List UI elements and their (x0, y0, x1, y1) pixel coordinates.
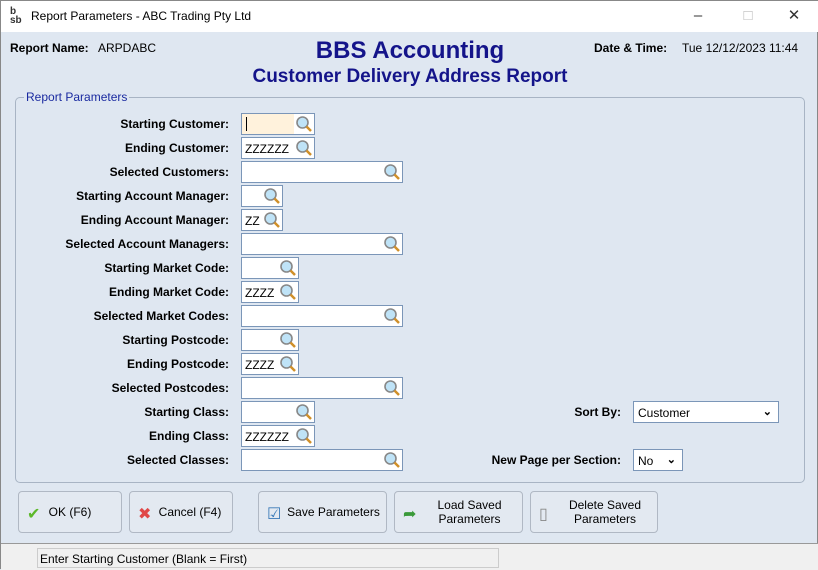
search-icon[interactable] (295, 115, 313, 133)
text-cursor (246, 117, 247, 131)
field-input[interactable]: ZZZZ (241, 281, 299, 303)
field-value: ZZZZ (245, 286, 275, 300)
field-input[interactable] (241, 185, 283, 207)
field-label: Starting Postcode: (122, 333, 229, 347)
field-input[interactable] (241, 257, 299, 279)
load-form-icon: ➦ (403, 506, 417, 523)
field-label: Selected Account Managers: (65, 237, 229, 251)
search-icon[interactable] (279, 355, 297, 373)
chevron-down-icon: ⌄ (666, 454, 676, 466)
field-label: Ending Account Manager: (80, 213, 229, 227)
field-input[interactable]: ZZZZZZ (241, 137, 315, 159)
field-value: ZZZZ (245, 358, 275, 372)
search-icon[interactable] (295, 427, 313, 445)
title-bar: b sb Report Parameters - ABC Trading Pty … (1, 1, 818, 32)
datetime-label: Date & Time: (594, 41, 668, 55)
chevron-down-icon: ⌄ (762, 406, 772, 418)
new-page-label: New Page per Section: (491, 453, 621, 467)
field-label: Starting Customer: (120, 117, 229, 131)
ok-button[interactable]: ✔ OK (F6) (18, 491, 122, 533)
field-input[interactable] (241, 161, 403, 183)
field-value: ZZ (245, 214, 260, 228)
field-input[interactable] (241, 305, 403, 327)
search-icon[interactable] (383, 379, 401, 397)
app-logo-icon: b sb (10, 6, 22, 26)
load-label: Load Saved Parameters (437, 498, 502, 526)
delete-parameters-button[interactable]: ▯ Delete Saved Parameters (530, 491, 658, 533)
load-parameters-button[interactable]: ➦ Load Saved Parameters (394, 491, 523, 533)
new-page-value: No (638, 454, 654, 468)
field-label: Selected Customers: (109, 165, 229, 179)
search-icon[interactable] (279, 283, 297, 301)
field-label: Starting Market Code: (104, 261, 229, 275)
search-icon[interactable] (263, 187, 281, 205)
cancel-button[interactable]: ✖ Cancel (F4) (129, 491, 233, 533)
field-input[interactable]: ZZZZ (241, 353, 299, 375)
sort-by-label: Sort By: (574, 405, 621, 419)
field-input[interactable]: ZZ (241, 209, 283, 231)
field-input[interactable] (241, 233, 403, 255)
field-value: ZZZZZZ (245, 430, 289, 444)
search-icon[interactable] (295, 403, 313, 421)
field-label: Selected Postcodes: (111, 381, 229, 395)
field-input[interactable] (241, 113, 315, 135)
field-label: Selected Classes: (126, 453, 229, 467)
cancel-label: Cancel (F4) (158, 505, 222, 519)
maximize-button[interactable]: □ (733, 5, 763, 27)
search-icon[interactable] (383, 307, 401, 325)
datetime-value: Tue 12/12/2023 11:44 (682, 41, 799, 55)
search-icon[interactable] (383, 163, 401, 181)
save-label: Save Parameters (287, 505, 380, 519)
search-icon[interactable] (383, 451, 401, 469)
field-input[interactable] (241, 449, 403, 471)
field-label: Ending Customer: (125, 141, 229, 155)
field-input[interactable] (241, 329, 299, 351)
report-title: Customer Delivery Address Report (252, 66, 568, 87)
sort-by-value: Customer (638, 406, 691, 420)
field-label: Ending Postcode: (127, 357, 229, 371)
delete-label: Delete Saved Parameters (568, 498, 642, 526)
checkmark-icon: ✔ (27, 506, 41, 523)
field-label: Ending Class: (148, 429, 229, 443)
search-icon[interactable] (279, 259, 297, 277)
close-button[interactable]: ✕ (779, 5, 809, 27)
save-parameters-button[interactable]: ☑ Save Parameters (258, 491, 387, 533)
minimize-button[interactable]: – (683, 5, 713, 27)
field-label: Selected Market Codes: (93, 309, 229, 323)
search-icon[interactable] (263, 211, 281, 229)
new-page-select[interactable]: No ⌄ (633, 449, 683, 471)
field-input[interactable] (241, 377, 403, 399)
search-icon[interactable] (383, 235, 401, 253)
trash-icon: ▯ (539, 506, 548, 523)
field-label: Starting Class: (144, 405, 229, 419)
field-label: Ending Market Code: (108, 285, 229, 299)
field-input[interactable]: ZZZZZZ (241, 425, 315, 447)
field-value: ZZZZZZ (245, 142, 289, 156)
field-input[interactable] (241, 401, 315, 423)
cancel-x-icon: ✖ (138, 506, 152, 523)
sort-by-select[interactable]: Customer ⌄ (633, 401, 779, 423)
window-title: Report Parameters - ABC Trading Pty Ltd (31, 9, 252, 23)
search-icon[interactable] (295, 139, 313, 157)
group-label: Report Parameters (26, 90, 128, 104)
save-form-icon: ☑ (267, 506, 282, 523)
status-text: Enter Starting Customer (Blank = First) (37, 548, 499, 568)
search-icon[interactable] (279, 331, 297, 349)
ok-label: OK (F6) (48, 505, 92, 519)
status-bar: Enter Starting Customer (Blank = First) (1, 543, 818, 570)
field-label: Starting Account Manager: (76, 189, 229, 203)
